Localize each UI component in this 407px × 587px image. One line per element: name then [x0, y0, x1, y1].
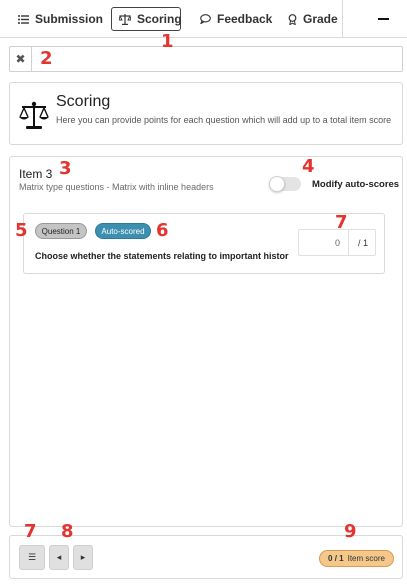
marker-1: 1 — [161, 31, 174, 52]
marker-8: 8 — [61, 521, 74, 542]
question-text: Choose whether the statements relating t… — [35, 251, 289, 261]
next-item-button[interactable]: ▸ — [73, 545, 93, 570]
marker-7-score: 7 — [335, 212, 348, 233]
filter-input[interactable] — [33, 47, 401, 71]
score-input[interactable] — [299, 230, 349, 255]
tab-grade[interactable]: Grade — [288, 7, 338, 31]
tab-grade-label: Grade — [303, 12, 338, 26]
info-description: Here you can provide points for each que… — [56, 115, 392, 125]
info-title: Scoring — [56, 93, 111, 110]
tab-divider — [342, 0, 343, 38]
modify-auto-scores-toggle[interactable] — [269, 176, 301, 192]
scale-icon — [19, 100, 49, 130]
tab-scoring[interactable]: Scoring — [111, 7, 182, 31]
marker-5: 5 — [15, 220, 28, 241]
marker-3: 3 — [59, 158, 72, 179]
list-icon — [18, 14, 29, 24]
tab-feedback[interactable]: Feedback — [200, 7, 272, 31]
tab-feedback-label: Feedback — [217, 12, 273, 26]
tab-scoring-label: Scoring — [137, 12, 182, 26]
scoring-info-card: Scoring Here you can provide points for … — [9, 82, 403, 145]
marker-9: 9 — [344, 521, 357, 542]
speech-bubble-icon — [200, 14, 211, 24]
chevron-right-icon: ▸ — [80, 552, 86, 562]
item-subtitle: Matrix type questions - Matrix with inli… — [19, 182, 214, 192]
toggle-label: Modify auto-scores — [312, 179, 400, 190]
chevron-left-icon: ◂ — [56, 552, 62, 562]
scale-icon — [119, 13, 131, 25]
question-badge: Question 1 — [35, 223, 87, 239]
item-score-value: 0 / 1 — [328, 554, 344, 563]
close-icon[interactable]: ✖ — [10, 47, 32, 71]
tab-submission[interactable]: Submission — [18, 7, 103, 31]
tab-bar: Submission Scoring Feedback Grade — [0, 0, 407, 38]
auto-scored-badge: Auto-scored — [95, 223, 151, 239]
item-list-button[interactable]: ☰ — [19, 545, 45, 570]
question-card: Question 1 Auto-scored Choose whether th… — [23, 213, 385, 274]
item-score-label: Item score — [347, 554, 385, 563]
toggle-knob — [269, 176, 285, 192]
item-score-badge: 0 / 1 Item score — [319, 550, 394, 567]
award-icon — [288, 13, 297, 25]
tab-submission-label: Submission — [35, 12, 104, 26]
item-title: Item 3 — [19, 167, 53, 181]
marker-6: 6 — [156, 220, 169, 241]
previous-item-button[interactable]: ◂ — [49, 545, 69, 570]
marker-4: 4 — [302, 156, 315, 177]
marker-7-list: 7 — [24, 521, 37, 542]
score-input-group: / 1 — [298, 229, 376, 256]
minimize-button[interactable] — [378, 18, 389, 20]
marker-2: 2 — [40, 48, 53, 69]
score-max: / 1 — [357, 237, 368, 248]
list-icon: ☰ — [27, 552, 37, 562]
filter-bar: ✖ — [9, 46, 403, 72]
